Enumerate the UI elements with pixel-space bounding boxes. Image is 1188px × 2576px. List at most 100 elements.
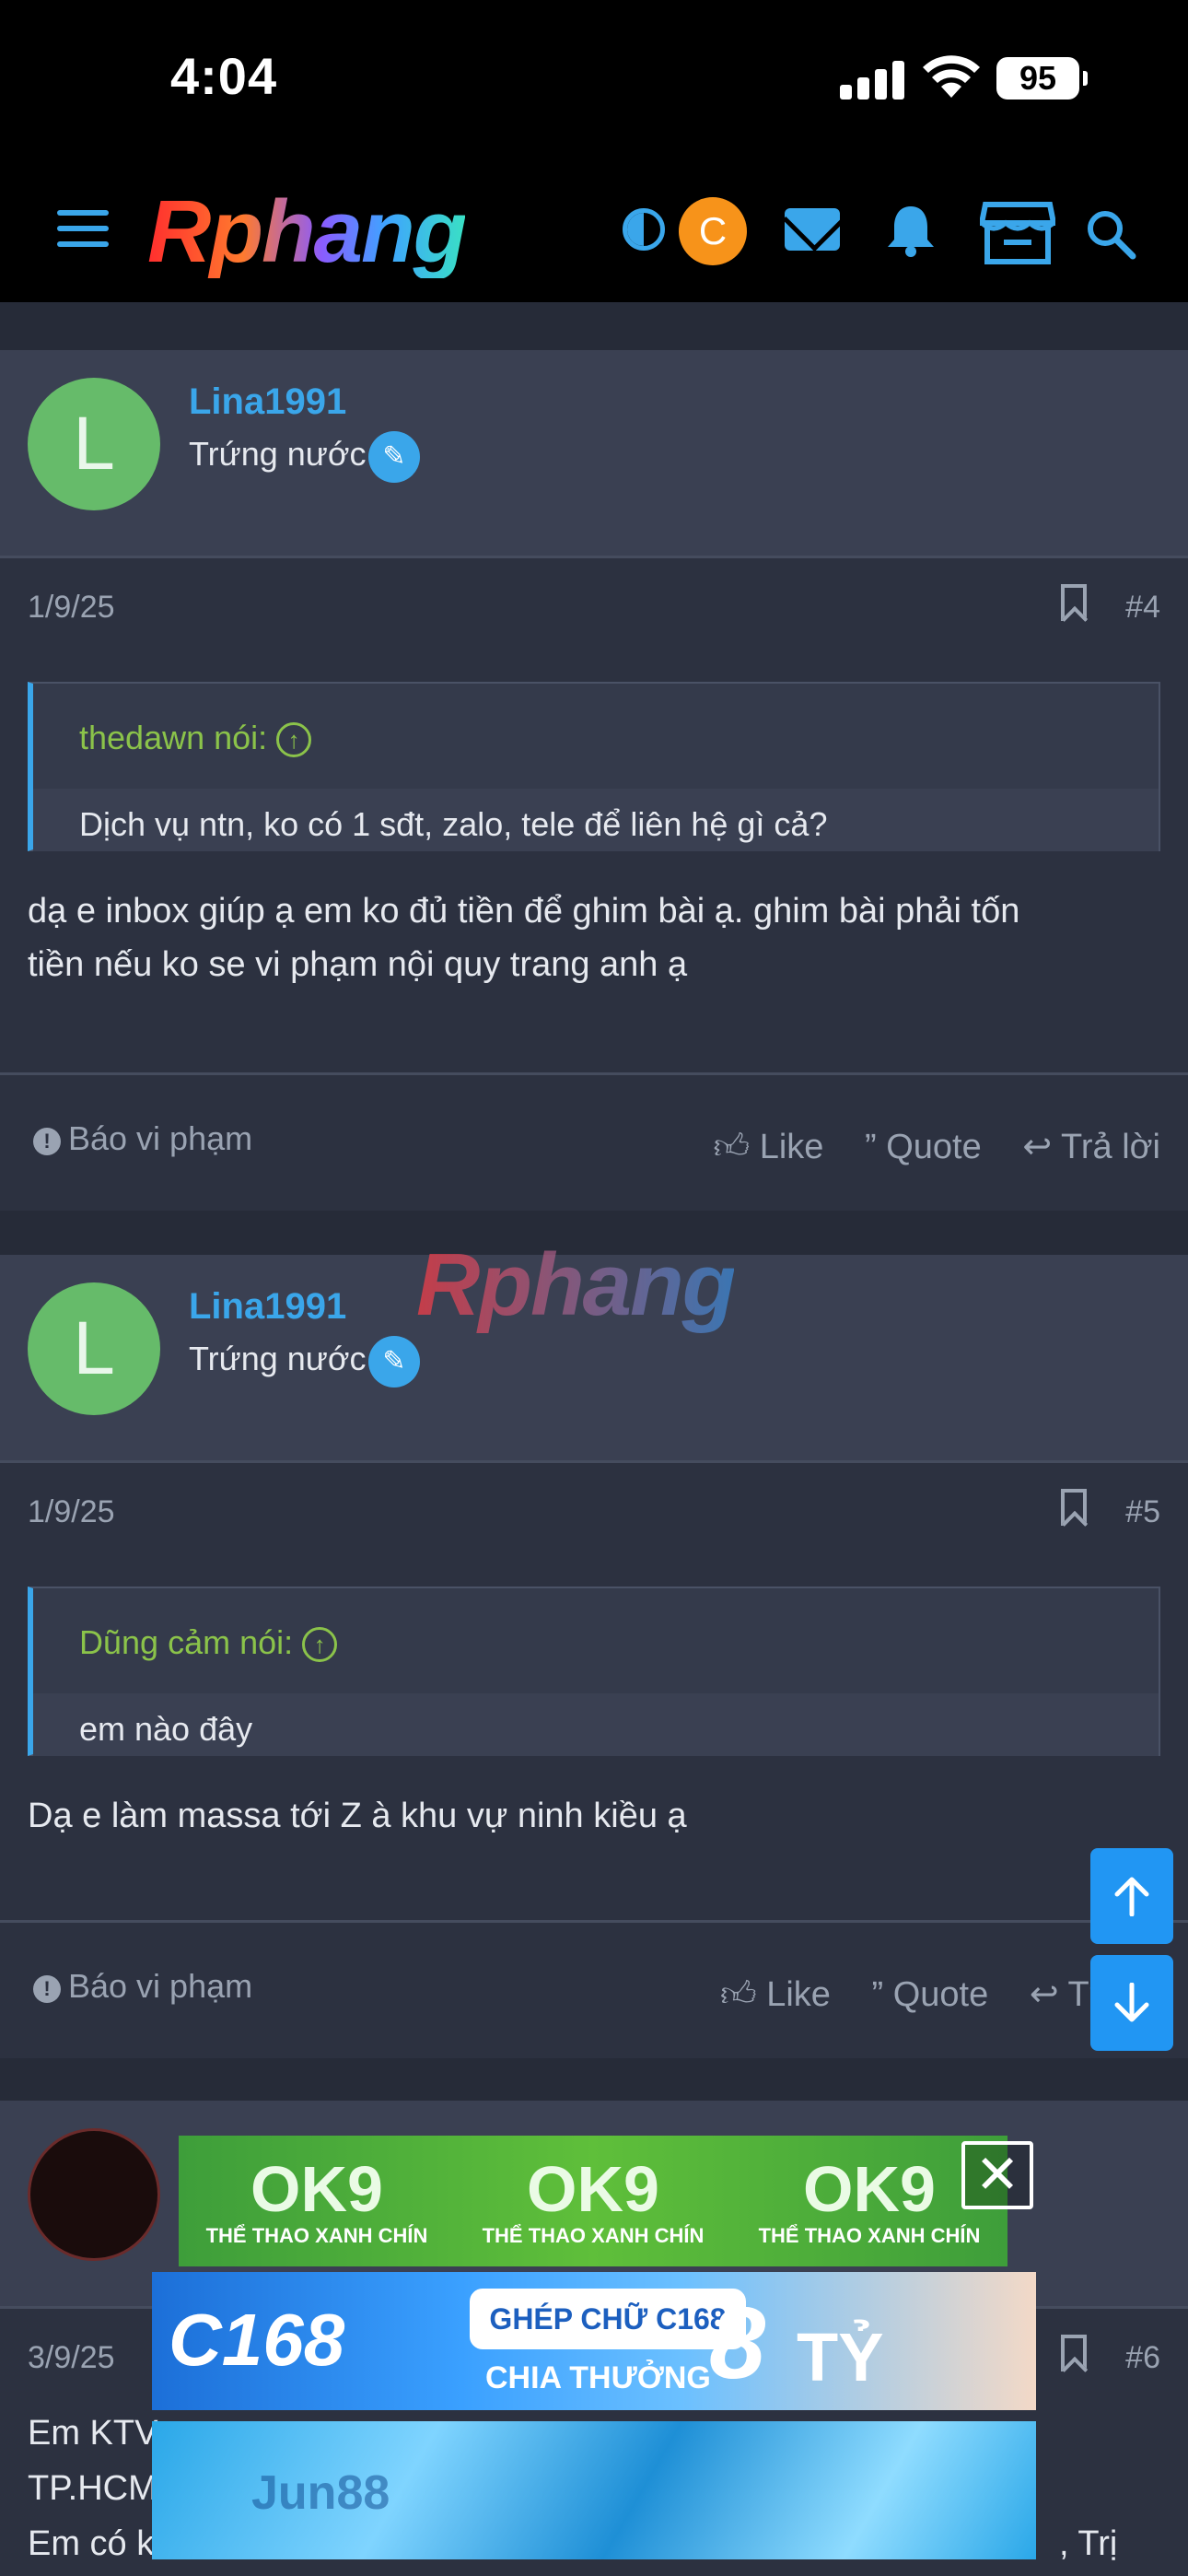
search-icon[interactable] <box>1083 206 1138 262</box>
alert-icon: ! <box>33 1128 61 1155</box>
c168-ad-banner[interactable]: C168 GHÉP CHỮ C168 CHIA THƯỞNG 8 TỶ <box>152 2272 1036 2410</box>
ok9-tagline: THỂ THAO XANH CHÍN <box>482 2224 705 2247</box>
ok9-unit: OK9 THỂ THAO XANH CHÍN <box>759 2154 981 2248</box>
ok9-unit: OK9 THỂ THAO XANH CHÍN <box>206 2154 428 2248</box>
ok9-tagline: THỂ THAO XANH CHÍN <box>758 2224 981 2247</box>
message-line: Em có k <box>28 2524 155 2563</box>
bell-icon[interactable] <box>884 203 938 258</box>
c168-logo: C168 <box>169 2299 345 2381</box>
quote-label: Quote <box>892 1975 989 2014</box>
battery-indicator: 95 <box>996 57 1088 100</box>
post-footer: ! Báo vi phạm 👍︎ Like ” Quote ↩ Trả lời <box>0 1072 1188 1211</box>
user-badge-icon: ✎ <box>368 431 420 483</box>
reply-button[interactable]: ↩ Tr <box>1030 1975 1100 2014</box>
post-date[interactable]: 3/9/25 <box>28 2340 115 2376</box>
user-title: Trứng nước <box>189 1340 367 1377</box>
arrow-up-icon <box>1114 1877 1149 1916</box>
site-logo[interactable]: Rphang <box>147 186 467 278</box>
shop-icon[interactable] <box>978 201 1057 265</box>
user-title: Trứng nước <box>189 435 367 473</box>
post-message: dạ e inbox giúp ạ em ko đủ tiền để ghim … <box>28 884 1160 991</box>
avatar[interactable]: L <box>28 378 160 510</box>
report-button[interactable]: ! Báo vi phạm <box>33 1119 252 1158</box>
wifi-icon <box>921 53 982 100</box>
username-link[interactable]: Lina1991 <box>189 381 346 423</box>
c168-headline: GHÉP CHỮ C168 <box>470 2289 746 2349</box>
quote-block: Dũng cảm nói: ↑ em nào đây <box>28 1587 1160 1756</box>
message-line: Em KTV <box>28 2414 158 2453</box>
quote-block: thedawn nói: ↑ Dịch vụ ntn, ko có 1 sđt, … <box>28 682 1160 851</box>
quote-button[interactable]: ” Quote <box>872 1975 989 2014</box>
like-button[interactable]: 👍︎ Like <box>713 1128 823 1166</box>
jun88-ad-banner[interactable]: Jun88 <box>152 2421 1036 2559</box>
post-date[interactable]: 1/9/25 <box>28 1494 115 1530</box>
message-line: TP.HCM <box>28 2469 157 2508</box>
reply-button[interactable]: ↩ Trả lời <box>1022 1128 1160 1166</box>
status-time: 4:04 <box>170 47 278 105</box>
arrow-up-circle-icon[interactable]: ↑ <box>276 722 312 758</box>
ok9-tagline: THỂ THAO XANH CHÍN <box>205 2224 428 2247</box>
post-number-link[interactable]: #4 <box>1125 590 1160 626</box>
c168-subline: CHIA THƯỞNG <box>485 2360 711 2395</box>
bookmark-icon[interactable] <box>1061 584 1087 621</box>
like-label: Like <box>766 1975 831 2014</box>
message-line: tiền nếu ko se vi phạm nội quy trang anh… <box>28 945 688 984</box>
avatar[interactable]: L <box>28 1282 160 1415</box>
c168-prize-unit: TỶ <box>797 2319 884 2395</box>
arrow-up-circle-icon[interactable]: ↑ <box>302 1627 338 1663</box>
ok9-logo: OK9 <box>803 2153 936 2225</box>
arrow-down-icon <box>1114 1983 1149 2022</box>
ok9-ad-banner[interactable]: OK9 THỂ THAO XANH CHÍN OK9 THỂ THAO XANH C… <box>179 2136 1007 2266</box>
message-line: dạ e inbox giúp ạ em ko đủ tiền để ghim … <box>28 892 1020 931</box>
report-label: Báo vi phạm <box>68 1967 253 2005</box>
user-avatar[interactable]: C <box>679 197 747 265</box>
reply-label: Trả lời <box>1061 1128 1160 1166</box>
post-4: L Lina1991 Trứng nước ✎ 1/9/25 #4 thedaw… <box>0 350 1188 1211</box>
menu-icon[interactable] <box>57 210 109 251</box>
quote-author[interactable]: Dũng cảm nói: <box>79 1623 293 1661</box>
post-actions: 👍︎ Like ” Quote ↩ Trả lời <box>681 1126 1160 1168</box>
post-separator <box>0 302 1188 350</box>
jun88-logo: Jun88 <box>251 2466 390 2520</box>
username-link[interactable]: Lina1991 <box>189 1286 346 1328</box>
post-date[interactable]: 1/9/25 <box>28 590 115 626</box>
c168-prize-number: 8 <box>709 2287 766 2400</box>
message-line: Dạ e làm massa tới Z à khu vự ninh kiều … <box>28 1797 687 1835</box>
bookmark-icon[interactable] <box>1061 1489 1087 1526</box>
quote-text: Dịch vụ ntn, ko có 1 sđt, zalo, tele để … <box>33 789 1159 851</box>
like-label: Like <box>759 1128 824 1166</box>
quote-header[interactable]: Dũng cảm nói: ↑ <box>33 1588 1159 1693</box>
theme-toggle-icon[interactable] <box>623 208 665 251</box>
watermark-logo: Rphang <box>416 1235 736 1334</box>
status-bar: 4:04 95 <box>0 0 1188 166</box>
avatar[interactable] <box>28 2128 160 2261</box>
ok9-logo: OK9 <box>527 2153 659 2225</box>
report-button[interactable]: ! Báo vi phạm <box>33 1967 252 2006</box>
site-header: Rphang C <box>0 166 1188 302</box>
report-label: Báo vi phạm <box>68 1119 253 1157</box>
message-line-end: , Trị <box>1059 2524 1118 2563</box>
post-number-link[interactable]: #6 <box>1125 2340 1160 2376</box>
cellular-signal-icon <box>840 59 904 100</box>
ok9-logo: OK9 <box>250 2153 383 2225</box>
post-5: L Lina1991 Trứng nước ✎ 1/9/25 #5 Dũng c… <box>0 1255 1188 2058</box>
post-separator <box>0 2058 1188 2101</box>
quote-button[interactable]: ” Quote <box>865 1128 982 1166</box>
bookmark-icon[interactable] <box>1061 2335 1087 2371</box>
like-button[interactable]: 👍︎ Like <box>720 1975 831 2014</box>
quote-author[interactable]: thedawn nói: <box>79 719 267 756</box>
close-ad-button[interactable]: ✕ <box>961 2141 1033 2209</box>
post-number-link[interactable]: #5 <box>1125 1494 1160 1530</box>
scroll-bottom-button[interactable] <box>1090 1955 1173 2051</box>
post-message: Dạ e làm massa tới Z à khu vự ninh kiều … <box>28 1789 1160 1843</box>
alert-icon: ! <box>33 1975 61 2003</box>
user-badge-icon: ✎ <box>368 1336 420 1388</box>
scroll-top-button[interactable] <box>1090 1848 1173 1944</box>
ok9-unit: OK9 THỂ THAO XANH CHÍN <box>483 2154 705 2248</box>
mail-icon[interactable] <box>785 208 840 251</box>
quote-label: Quote <box>886 1128 982 1166</box>
post-user-header: L Lina1991 Trứng nước ✎ <box>0 350 1188 558</box>
quote-header[interactable]: thedawn nói: ↑ <box>33 684 1159 789</box>
post-footer: ! Báo vi phạm 👍︎ Like ” Quote ↩ Tr <box>0 1920 1188 2058</box>
quote-text: em nào đây <box>33 1693 1159 1756</box>
